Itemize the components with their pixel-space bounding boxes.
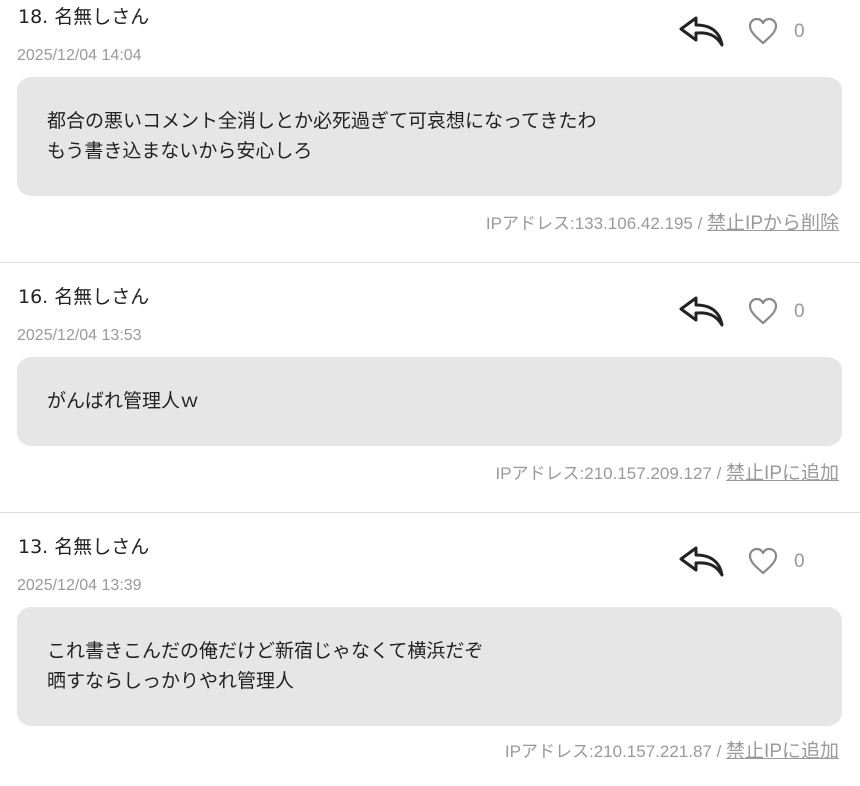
- comment-item: 13. 名無しさん 2025/12/04 13:39 0 これ書きこんだの俺だけ…: [0, 530, 860, 786]
- comment-date: 2025/12/04 13:39: [17, 577, 142, 594]
- reply-icon[interactable]: [678, 14, 724, 48]
- comment-text-line: 晒すならしっかりやれ管理人: [47, 670, 295, 692]
- like-count: 0: [794, 551, 805, 572]
- comment-text-line: もう書き込まないから安心しろ: [47, 140, 313, 162]
- comment-body: これ書きこんだの俺だけど新宿じゃなくて横浜だぞ 晒すならしっかりやれ管理人: [17, 607, 842, 726]
- comment-item: 18. 名無しさん 2025/12/04 14:04 0 都合の悪いコメント全消…: [0, 0, 860, 262]
- comment-date: 2025/12/04 13:53: [17, 327, 142, 344]
- comment-text-line: 都合の悪いコメント全消しとか必死過ぎて可哀想になってきたわ: [47, 110, 597, 132]
- ip-info: IPアドレス:210.157.209.127 / 禁止IPに追加: [495, 462, 839, 486]
- comment-body: がんばれ管理人ｗ: [17, 357, 842, 446]
- like-count: 0: [794, 301, 805, 322]
- comment-text-line: がんばれ管理人ｗ: [47, 390, 200, 412]
- ip-address: IPアドレス:210.157.209.127 /: [495, 464, 727, 483]
- reply-icon[interactable]: [678, 544, 724, 578]
- ip-info: IPアドレス:210.157.221.87 / 禁止IPに追加: [505, 740, 839, 764]
- ip-info: IPアドレス:133.106.42.195 / 禁止IPから削除: [486, 212, 839, 236]
- like-count: 0: [794, 21, 805, 42]
- reply-icon[interactable]: [678, 294, 724, 328]
- comment-author: 16. 名無しさん: [18, 286, 150, 308]
- comment-author: 13. 名無しさん: [18, 536, 150, 558]
- comment-author: 18. 名無しさん: [18, 6, 150, 28]
- divider: [0, 262, 860, 263]
- ip-address: IPアドレス:210.157.221.87 /: [504, 742, 727, 761]
- heart-icon[interactable]: [748, 296, 778, 326]
- ban-ip-add-link[interactable]: 禁止IPに追加: [726, 463, 839, 484]
- comment-text-line: これ書きこんだの俺だけど新宿じゃなくて横浜だぞ: [47, 640, 484, 662]
- ip-address: IPアドレス:133.106.42.195 /: [485, 214, 708, 233]
- ban-ip-add-link[interactable]: 禁止IPに追加: [726, 741, 839, 762]
- heart-icon[interactable]: [748, 16, 778, 46]
- ban-ip-remove-link[interactable]: 禁止IPから削除: [707, 213, 839, 234]
- heart-icon[interactable]: [748, 546, 778, 576]
- comment-date: 2025/12/04 14:04: [17, 47, 142, 64]
- comment-item: 16. 名無しさん 2025/12/04 13:53 0 がんばれ管理人ｗ IP…: [0, 280, 860, 512]
- divider: [0, 512, 860, 513]
- comment-body: 都合の悪いコメント全消しとか必死過ぎて可哀想になってきたわ もう書き込まないから…: [17, 77, 842, 196]
